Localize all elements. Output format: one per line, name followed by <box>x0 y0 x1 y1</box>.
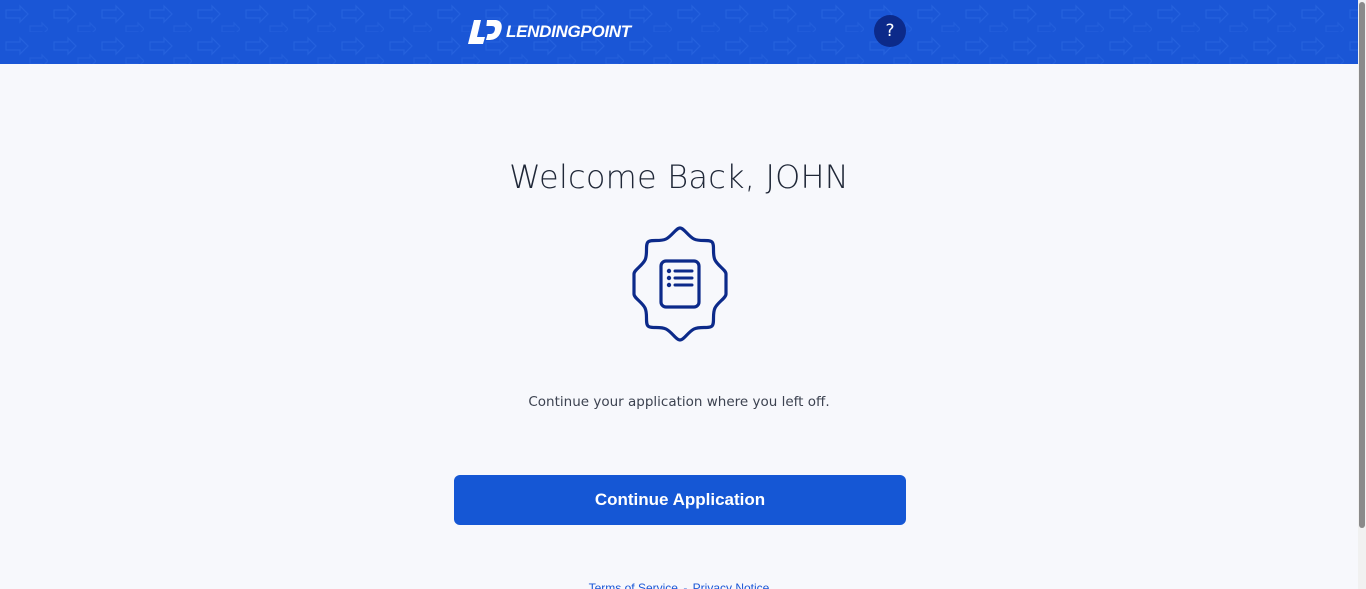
continue-application-button[interactable]: Continue Application <box>454 475 906 525</box>
privacy-notice-link[interactable]: Privacy Notice <box>693 581 770 589</box>
subtitle-text: Continue your application where you left… <box>528 394 830 410</box>
lendingpoint-logo[interactable]: LENDINGPOINT <box>468 17 631 47</box>
footer-separator: - <box>683 581 688 589</box>
terms-of-service-link[interactable]: Terms of Service <box>589 581 678 589</box>
footer-links: Terms of Service - Privacy Notice <box>0 581 1358 589</box>
page-title: Welcome Back, JOHN <box>509 158 849 196</box>
header-bar: LENDINGPOINT ? <box>0 0 1358 64</box>
scrollbar-thumb[interactable] <box>1359 2 1365 528</box>
lendingpoint-logo-icon <box>468 20 502 44</box>
help-button[interactable]: ? <box>874 15 906 47</box>
page: LENDINGPOINT ? Welcome Back, JOHN Contin… <box>0 0 1366 589</box>
header-arrow-pattern <box>0 0 1358 64</box>
scrollbar[interactable] <box>1358 0 1366 589</box>
document-badge-icon <box>632 226 728 342</box>
brand-name: LENDINGPOINT <box>506 22 631 41</box>
